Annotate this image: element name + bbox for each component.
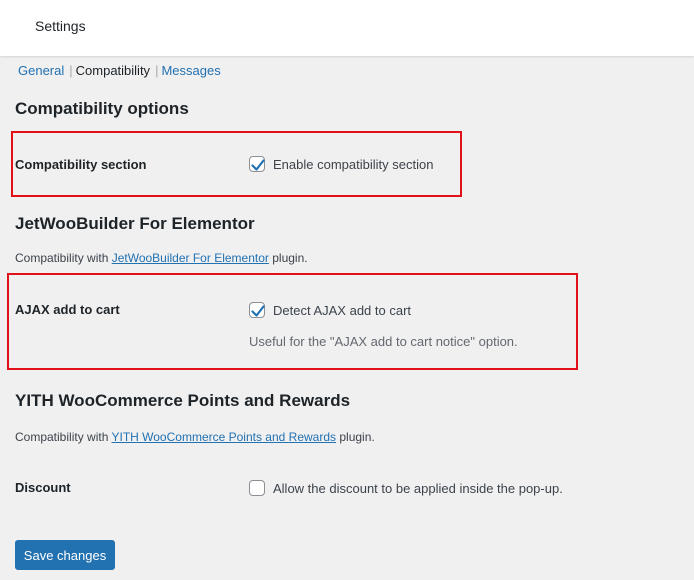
description-prefix: Compatibility with	[15, 251, 112, 265]
detect-ajax-add-to-cart-label[interactable]: Detect AJAX add to cart	[273, 303, 411, 318]
tab-general[interactable]: General	[18, 63, 64, 78]
compatibility-section-option: Enable compatibility section	[249, 156, 433, 172]
enable-compatibility-checkbox[interactable]	[249, 156, 265, 172]
settings-subnav: General | Compatibility | Messages	[18, 63, 221, 78]
tab-messages[interactable]: Messages	[161, 63, 220, 78]
jetwoobuilder-description: Compatibility with JetWooBuilder For Ele…	[15, 251, 308, 265]
description-prefix: Compatibility with	[15, 430, 112, 444]
row-label-discount: Discount	[15, 480, 71, 495]
allow-discount-popup-checkbox[interactable]	[249, 480, 265, 496]
discount-option: Allow the discount to be applied inside …	[249, 480, 563, 496]
tab-compatibility[interactable]: Compatibility	[76, 63, 150, 78]
ajax-add-to-cart-option: Detect AJAX add to cart	[249, 302, 411, 318]
page-title: Settings	[35, 18, 86, 34]
highlight-box	[7, 273, 578, 370]
save-changes-button[interactable]: Save changes	[15, 540, 115, 570]
section-heading-compatibility-options: Compatibility options	[15, 99, 189, 118]
checkmark-icon	[251, 305, 265, 317]
description-suffix: plugin.	[268, 251, 308, 265]
subnav-separator: |	[69, 63, 73, 78]
yith-plugin-link[interactable]: YITH WooCommerce Points and Rewards	[111, 430, 336, 444]
jetwoobuilder-plugin-link[interactable]: JetWooBuilder For Elementor	[112, 251, 269, 265]
subnav-separator: |	[155, 63, 159, 78]
top-bar: Settings	[0, 0, 694, 56]
description-suffix: plugin.	[336, 430, 375, 444]
yith-description: Compatibility with YITH WooCommerce Poin…	[15, 430, 375, 444]
section-heading-yith-points-rewards: YITH WooCommerce Points and Rewards	[15, 391, 351, 410]
section-heading-jetwoobuilder: JetWooBuilder For Elementor	[15, 214, 255, 233]
row-label-ajax-add-to-cart: AJAX add to cart	[15, 302, 120, 317]
allow-discount-popup-label[interactable]: Allow the discount to be applied inside …	[273, 481, 563, 496]
row-label-compatibility-section: Compatibility section	[15, 157, 147, 172]
ajax-add-to-cart-help-text: Useful for the "AJAX add to cart notice"…	[249, 334, 518, 349]
enable-compatibility-label[interactable]: Enable compatibility section	[273, 157, 433, 172]
checkmark-icon	[251, 159, 265, 171]
detect-ajax-add-to-cart-checkbox[interactable]	[249, 302, 265, 318]
